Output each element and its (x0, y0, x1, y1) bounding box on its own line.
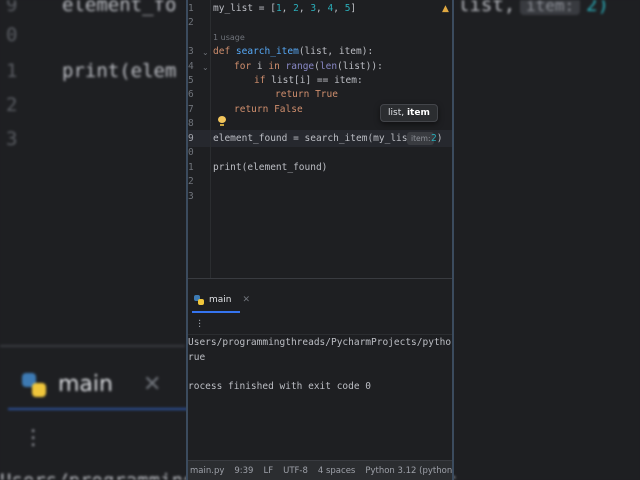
status-line-ending[interactable]: LF (258, 466, 278, 476)
close-icon: ✕ (142, 372, 162, 397)
line-number: 9 (188, 133, 194, 144)
run-panel: main ✕ · · · Users/programmingthreads/Pych… (188, 278, 452, 460)
line-number: 0 (188, 147, 194, 158)
line-number: 2 (188, 17, 194, 28)
python-icon (194, 295, 204, 305)
line-number: 8 (188, 118, 194, 129)
run-tab-main[interactable]: main ✕ (194, 295, 250, 305)
bg-line-number: 0 (6, 24, 18, 46)
status-interpreter[interactable]: Python 3.12 (pythonP (360, 466, 452, 476)
code-line-7: return False (234, 104, 303, 115)
bg-code-top: element_fo (62, 0, 177, 16)
bg-run-tab-label: main (58, 372, 113, 397)
status-encoding[interactable]: UTF-8 (278, 466, 313, 476)
line-number: 6 (188, 89, 194, 100)
line-number: 4 (188, 61, 194, 72)
bg-code-top-right: list, (458, 0, 516, 16)
bg-right-panel: list, item: 2) (456, 0, 640, 480)
ide-window: 1 2 3 4 5 6 7 8 9 0 1 2 3 ⌄ ⌄ ▲ my_list … (186, 0, 454, 480)
bg-line-number: 3 (6, 128, 18, 150)
code-line-9: element_found = search_item(my_list, (213, 133, 425, 144)
parameter-info-tooltip: list, item (380, 104, 438, 122)
usage-hint[interactable]: 1 usage (213, 33, 245, 42)
run-toolbar (188, 315, 452, 335)
code-line-1: my_list = [1, 2, 3, 4, 5] (213, 3, 357, 14)
line-number: 3 (188, 191, 194, 202)
gutter-separator (210, 0, 211, 278)
run-tab-underline (192, 311, 240, 313)
code-line-11: print(element_found) (213, 162, 328, 173)
status-file[interactable]: main.py (188, 466, 229, 476)
bg-line-number: 9 (6, 0, 18, 16)
line-number: 3 (188, 46, 194, 57)
code-editor[interactable]: 1 2 3 4 5 6 7 8 9 0 1 2 3 ⌄ ⌄ ▲ my_list … (188, 0, 452, 278)
bg-print-call: print(elem (62, 60, 177, 82)
line-number: 5 (188, 75, 194, 86)
console-output-line: rocess finished with exit code 0 (188, 381, 372, 392)
bg-inlay-hint-value: 2) (586, 0, 609, 16)
bg-divider (0, 345, 185, 347)
gutter: 1 2 3 4 5 6 7 8 9 0 1 2 3 ⌄ ⌄ (188, 0, 210, 278)
line-number: 1 (188, 162, 194, 173)
line-number: 7 (188, 104, 194, 115)
line-number: 2 (188, 176, 194, 187)
more-vertical-icon: · · · (30, 419, 37, 457)
status-indent[interactable]: 4 spaces (313, 466, 360, 476)
code-line-3: def search_item(list, item): (213, 46, 374, 57)
run-tab-label: main (209, 295, 232, 305)
bg-line-number: 1 (6, 60, 18, 82)
status-bar: main.py 9:39 LF UTF-8 4 spaces Python 3.… (188, 460, 452, 480)
bg-tab-underline (8, 408, 188, 410)
console-output-line: rue (188, 352, 206, 363)
bg-inlay-hint-label: item: (520, 0, 581, 15)
close-icon[interactable]: ✕ (243, 295, 251, 305)
code-line-4: for i in range(len(list)): (234, 61, 383, 72)
code-line-5: if list[i] == item: (254, 75, 363, 86)
python-icon (22, 372, 46, 397)
fold-arrow-icon[interactable]: ⌄ (202, 64, 210, 72)
bg-run-tab: main ✕ (22, 372, 161, 397)
bg-line-number: 2 (6, 94, 18, 116)
code-line-6: return True (275, 89, 338, 100)
warning-icon[interactable]: ▲ (442, 4, 449, 14)
lightbulb-icon[interactable] (218, 116, 226, 126)
line-number: 1 (188, 3, 194, 14)
fold-arrow-icon[interactable]: ⌄ (202, 49, 210, 57)
code-line-9-tail: 2) (431, 133, 443, 144)
console-output-line: Users/programmingthreads/PycharmProjects… (188, 337, 452, 348)
more-vertical-icon[interactable]: · · · (198, 317, 201, 333)
status-caret-position[interactable]: 9:39 (229, 466, 258, 476)
